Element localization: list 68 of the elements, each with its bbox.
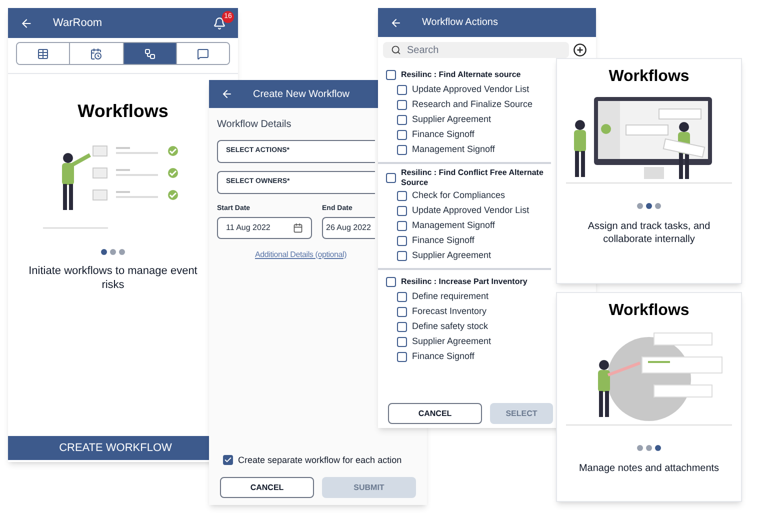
checkbox[interactable] (397, 206, 407, 216)
description: Initiate workflows to manage event risks (28, 265, 198, 292)
action-label: Check for Compliances (412, 188, 506, 202)
workflow-icon (144, 48, 156, 60)
bell-icon[interactable] (213, 16, 226, 30)
screen-title: Create New Workflow (253, 88, 350, 102)
action-group-label: Resilinc : Find Conflict Free Alternate Source (401, 168, 544, 188)
screen-title: WarRoom (53, 16, 102, 31)
description: Manage notes and attachments (578, 463, 720, 476)
tab[interactable] (122, 43, 176, 64)
action-label: Finance Signoff (412, 350, 474, 363)
option-label: Create separate workflow for each action (238, 454, 402, 467)
back-icon[interactable] (221, 88, 233, 100)
date-field[interactable]: 11 Aug 2022 (217, 216, 312, 238)
checkbox[interactable] (386, 276, 396, 286)
action-label: Define safety stock (412, 320, 488, 333)
checkbox[interactable] (397, 236, 407, 246)
checkbox[interactable] (223, 455, 233, 466)
outline-button[interactable]: CANCEL (220, 477, 314, 498)
checkbox[interactable] (397, 292, 407, 302)
heading: Workflows (608, 67, 690, 87)
heading: Workflows (78, 100, 168, 123)
checkbox[interactable] (397, 130, 407, 140)
action-label: Management Signoff (412, 142, 495, 156)
screen-title: Workflow Actions (422, 16, 498, 30)
action-label: Define requirement (412, 290, 489, 303)
action-group-label: Resilinc : Increase Part Inventory (401, 276, 528, 286)
calendar-icon (293, 222, 303, 232)
calendar-icon (90, 48, 102, 60)
checkbox[interactable] (397, 84, 407, 94)
back-icon[interactable] (390, 16, 402, 28)
checkbox[interactable] (397, 144, 407, 154)
table-icon (37, 48, 50, 60)
additional-details-link[interactable]: Additional Details (optional) (255, 248, 347, 260)
checkbox[interactable] (397, 306, 407, 316)
action-label: Research and Finalize Source (412, 98, 533, 111)
tab[interactable] (176, 43, 229, 64)
date-field[interactable]: 26 Aug 2022 (322, 216, 375, 238)
checkbox[interactable] (397, 220, 407, 230)
section-title: Workflow Details (217, 118, 292, 132)
checkbox[interactable] (386, 70, 396, 80)
action-label: Finance Signoff (412, 128, 474, 141)
search-icon (391, 45, 401, 55)
action-label: Management Signoff (412, 218, 495, 232)
search-field[interactable]: Search (383, 42, 569, 58)
checkbox[interactable] (397, 352, 407, 362)
checkbox[interactable] (397, 190, 407, 200)
action-label: Update Approved Vendor List (412, 204, 530, 217)
outline-button[interactable]: CANCEL (388, 403, 482, 424)
checkbox[interactable] (386, 173, 396, 183)
checkbox[interactable] (397, 322, 407, 332)
back-icon[interactable] (20, 16, 33, 30)
checkbox[interactable] (397, 114, 407, 124)
heading: Workflows (608, 301, 690, 321)
checkbox[interactable] (397, 336, 407, 346)
add-icon[interactable] (573, 43, 587, 57)
action-label: Update Approved Vendor List (412, 82, 530, 96)
create-workflow-button[interactable]: CREATE WORKFLOW (8, 436, 209, 460)
action-label: Finance Signoff (412, 234, 474, 247)
checkbox[interactable] (397, 250, 407, 260)
checkbox[interactable] (397, 100, 407, 110)
action-group-label: Resilinc : Find Alternate source (401, 70, 521, 80)
action-label: Supplier Agreement (412, 112, 492, 126)
chat-icon (196, 48, 209, 60)
action-label: Supplier Agreement (412, 334, 492, 348)
action-label: Forecast Inventory (412, 304, 487, 318)
action-label: Supplier Agreement (412, 248, 492, 262)
description: Assign and track tasks, and collaborate internally (586, 221, 712, 246)
